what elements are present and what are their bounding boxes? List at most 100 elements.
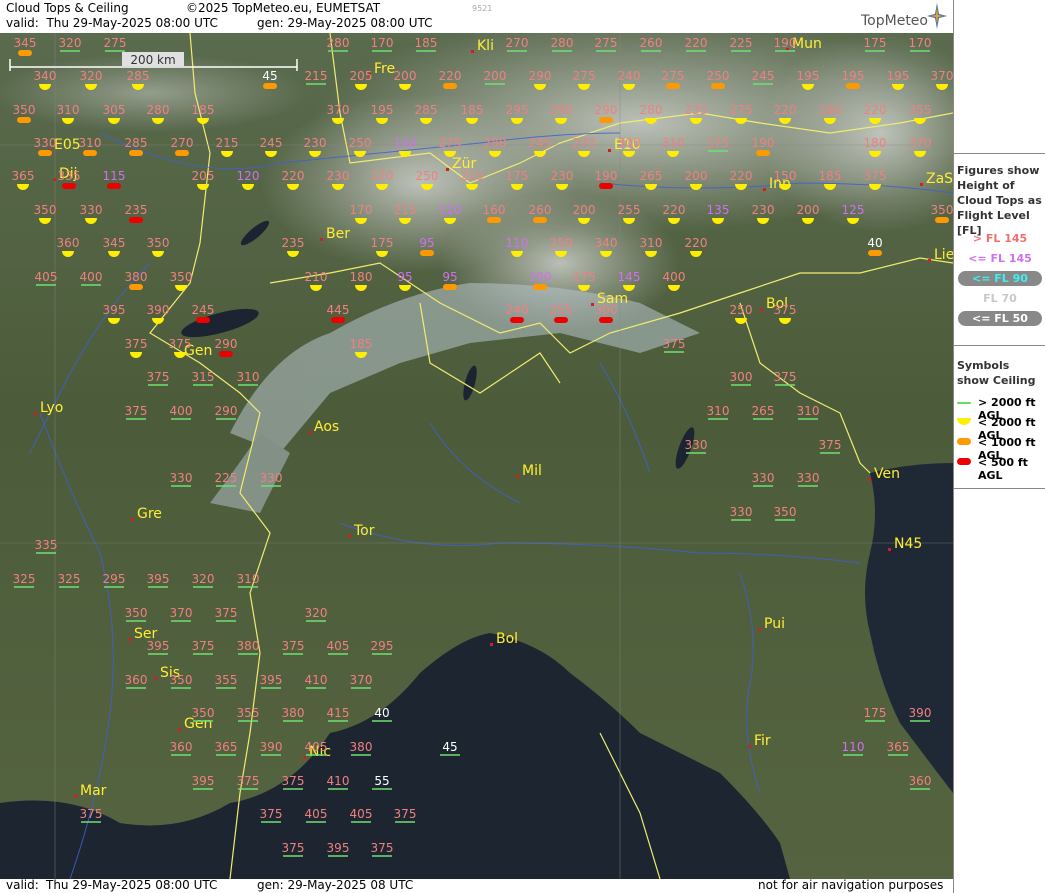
cloud-top-value: 45 — [442, 740, 457, 754]
observation: 405 — [350, 807, 372, 823]
cloud-top-value: 375 — [147, 370, 170, 384]
cloud-top-value: 295 — [506, 103, 529, 117]
green-line-icon — [957, 402, 971, 404]
cloud-top-value: 375 — [774, 303, 797, 317]
observation: 395 — [147, 572, 169, 588]
cloud-top-value: 200 — [394, 69, 417, 83]
observation: 380 — [350, 740, 372, 756]
cloud-top-value: 310 — [640, 236, 663, 250]
city-name: Gre — [137, 506, 162, 522]
observation: 375 — [394, 807, 416, 823]
cloud-top-value: 215 — [216, 136, 239, 150]
cloud-top-value: 230 — [752, 203, 775, 217]
cloud-top-value: 145 — [618, 270, 641, 284]
cloud-top-value: 170 — [909, 36, 932, 50]
observation: 320 — [305, 606, 328, 622]
level-entry: <= FL 50 — [954, 311, 1045, 326]
observation: 330 — [797, 471, 819, 487]
ceiling-below-1000-icon — [846, 83, 860, 89]
cloud-top-value: 310 — [797, 404, 820, 418]
cloud-top-value: 40 — [374, 706, 389, 720]
copyright-text: ©2025 TopMeteo.eu, EUMETSAT — [186, 1, 381, 15]
yellow-half-disc-icon — [957, 418, 971, 425]
cloud-top-value: 330 — [34, 136, 57, 150]
cloud-top-value: 285 — [415, 103, 438, 117]
cloud-top-value: 285 — [125, 136, 148, 150]
observation: 215 — [305, 69, 328, 85]
cloud-top-value: 225 — [730, 36, 753, 50]
cloud-top-value: 240 — [618, 69, 641, 83]
cloud-top-value: 300 — [618, 136, 641, 150]
valid-time-value: Thu 29-May-2025 08:00 UTC — [46, 16, 218, 30]
cloud-top-value: 370 — [931, 69, 953, 83]
city-dot — [131, 518, 134, 521]
cloud-top-value: 255 — [618, 203, 641, 217]
observation: 350 — [170, 673, 192, 689]
observation: 310 — [797, 404, 820, 420]
cloud-top-value: 375 — [192, 639, 215, 653]
image-code: 9521 — [472, 4, 493, 13]
cloud-top-value: 320 — [192, 572, 215, 586]
cloud-top-value: 310 — [237, 572, 260, 586]
cloud-top-value: 275 — [104, 36, 127, 50]
cloud-top-value: 375 — [371, 841, 394, 855]
observation: 380 — [282, 706, 304, 722]
observation: 330 — [752, 471, 774, 487]
cloud-top-value: 390 — [909, 706, 932, 720]
cloud-top-value: 375 — [80, 807, 103, 821]
cloud-top-value: 380 — [237, 639, 260, 653]
cloud-top-value: 230 — [304, 136, 327, 150]
observation: 370 — [170, 606, 192, 622]
cloud-top-value: 335 — [35, 538, 58, 552]
cloud-top-value: 395 — [192, 774, 215, 788]
cloud-top-value: 350 — [931, 203, 953, 217]
satellite-map[interactable]: 200 km FreKliMunDijZürInnZaSBerLieSamBol… — [0, 33, 953, 879]
cloud-top-value: 190 — [595, 169, 618, 183]
cloud-top-value: 190 — [752, 136, 775, 150]
cloud-top-value: 200 — [573, 203, 596, 217]
topmeteo-logo: TopMeteo — [861, 13, 928, 29]
observation: 310 — [237, 572, 260, 588]
city-name: N45 — [894, 536, 922, 552]
cloud-top-value: 220 — [371, 169, 394, 183]
cloud-top-value: 175 — [573, 270, 596, 284]
cloud-top-value: 275 — [662, 69, 685, 83]
cloud-top-value: 215 — [305, 69, 328, 83]
observation: 395 — [260, 673, 282, 689]
cloud-top-value: 280 — [327, 36, 350, 50]
cloud-top-value: 405 — [305, 807, 328, 821]
observation: 220 — [685, 36, 707, 52]
cloud-top-value: 330 — [685, 438, 708, 452]
cloud-top-value: 215 — [394, 203, 417, 217]
cloud-top-value: 350 — [13, 103, 36, 117]
observation: 175 — [864, 36, 886, 52]
observation: 355 — [215, 673, 237, 689]
cloud-top-value: 290 — [215, 404, 238, 418]
cloud-top-value: 195 — [842, 69, 865, 83]
cloud-top-value: 180 — [350, 270, 373, 284]
city-name: Tor — [353, 523, 375, 539]
cloud-top-value: 220 — [774, 103, 797, 117]
cloud-top-value: 320 — [305, 606, 328, 620]
city-dot — [763, 188, 766, 191]
city-dot — [446, 168, 449, 171]
observation: 280 — [551, 36, 573, 52]
observation: 320 — [59, 36, 81, 52]
cloud-top-value: 375 — [282, 841, 305, 855]
cloud-top-value: 275 — [730, 103, 753, 117]
cloud-top-value: 185 — [461, 103, 484, 117]
city-label: N45 — [888, 536, 922, 552]
observation: 275 — [595, 36, 617, 52]
ceiling-below-1000-icon — [175, 150, 189, 156]
city-dot — [748, 745, 751, 748]
symbol-label: < 500 ft AGL — [978, 456, 1028, 482]
cloud-top-value: 395 — [147, 639, 170, 653]
cloud-top-value: 270 — [506, 36, 529, 50]
cloud-top-value: 310 — [707, 404, 730, 418]
disclaimer: not for air navigation purposes — [758, 878, 944, 892]
observation: 330 — [730, 505, 752, 521]
observation: 350 — [192, 706, 214, 722]
city-dot — [868, 478, 871, 481]
cloud-top-value: 380 — [125, 270, 148, 284]
observation: 310 — [237, 370, 259, 386]
